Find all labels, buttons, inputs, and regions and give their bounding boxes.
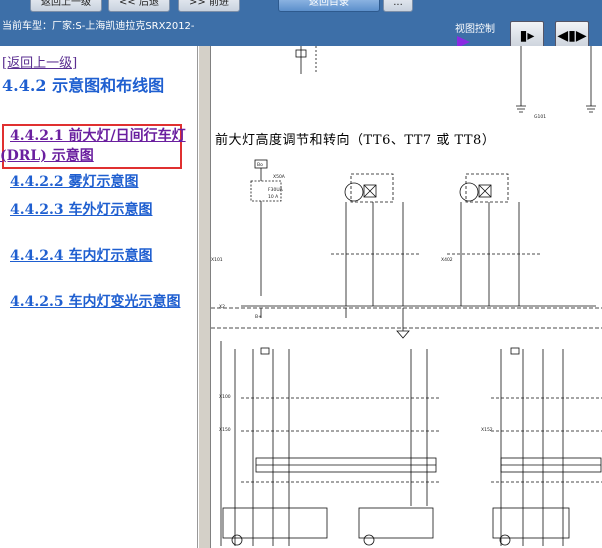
svg-text:X152: X152 [481,427,493,433]
svg-text:X50A: X50A [273,174,286,180]
svg-text:X150: X150 [219,427,231,433]
current-car-model: 当前车型：厂家:S-上海凯迪拉克SRX2012- [2,21,195,32]
wiring-diagram-pane: X101 X402 X100 X150 X152 X2 G101 B+ Bo X… [211,46,602,548]
nav-item-fog-lamps[interactable]: 4.4.2.2 雾灯示意图 [0,172,196,192]
svg-text:B+: B+ [255,314,262,320]
svg-text:X100: X100 [219,394,231,400]
svg-text:G101: G101 [534,114,546,120]
nav-item-exterior-lamps[interactable]: 4.4.2.3 车外灯示意图 [0,200,196,220]
svg-text:F30UA: F30UA [268,187,284,193]
pane-splitter[interactable] [198,46,211,548]
nav-item-interior-dimming[interactable]: 4.4.2.5 车内灯变光示意图 [0,292,196,312]
navigation-pane: [返回上一级] 4.4.2 示意图和布线图 4.4.2.1 前大灯/日间行车灯 … [0,46,198,548]
info-bar: 当前车型：厂家:S-上海凯迪拉克SRX2012- 视图控制 ▮▸ ◀▮▶ [0,12,602,51]
toolbar-previous-button[interactable]: << 后退 [108,0,170,12]
diagram-title: 前大灯高度调节和转向（TT6、TT7 或 TT8） [215,133,496,148]
view-control-label: 视图控制 [455,24,495,35]
section-title: 4.4.2 示意图和布线图 [2,76,165,95]
toolbar-catalog-button[interactable]: 返回目录 [278,0,380,12]
svg-text:Bo: Bo [257,162,263,168]
toolbar-more-button[interactable]: ... [383,0,413,12]
svg-text:X2: X2 [219,304,225,310]
toolbar-back-level-button[interactable]: 返回上一级 [30,0,102,12]
nav-item-interior-lamps[interactable]: 4.4.2.4 车内灯示意图 [0,246,196,266]
svg-text:X402: X402 [441,257,453,263]
svg-text:10 A: 10 A [268,194,279,200]
svg-text:X101: X101 [211,257,223,263]
toolbar-forward-button[interactable]: >> 前进 [178,0,240,12]
back-level-link[interactable]: [返回上一级] [2,52,77,71]
nav-item-headlamp-drl[interactable]: 4.4.2.1 前大灯/日间行车灯 (DRL) 示意图 [0,126,196,166]
wiring-diagram: X101 X402 X100 X150 X152 X2 G101 B+ Bo X… [211,46,602,546]
